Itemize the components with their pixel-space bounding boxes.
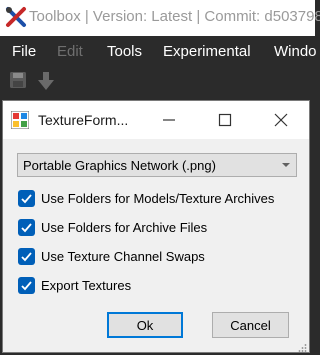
option-label: Use Texture Channel Swaps: [41, 249, 205, 264]
toolbox-app-icon: [5, 6, 27, 28]
toolbar: [0, 66, 315, 98]
checkbox-checked-icon[interactable]: [18, 248, 35, 265]
maximize-icon: [218, 113, 232, 127]
download-arrow-icon[interactable]: [37, 71, 57, 91]
option-label: Use Folders for Archive Files: [41, 220, 208, 235]
menu-tools[interactable]: Tools: [107, 43, 142, 60]
checkbox-checked-icon[interactable]: [18, 277, 35, 294]
ok-button[interactable]: Ok: [107, 312, 183, 338]
app-titlebar: Toolbox | Version: Latest | Commit: d503…: [0, 0, 320, 36]
close-icon: [274, 113, 288, 127]
resize-grip-icon[interactable]: [297, 340, 307, 352]
format-select-value: Portable Graphics Network (.png): [23, 158, 216, 173]
chevron-down-icon: [282, 163, 290, 167]
option-label: Use Folders for Models/Texture Archives: [41, 191, 275, 206]
checkbox-checked-icon[interactable]: [18, 219, 35, 236]
menu-experimental[interactable]: Experimental: [163, 43, 251, 60]
dialog-app-icon: [10, 110, 30, 130]
format-select[interactable]: Portable Graphics Network (.png): [17, 153, 297, 177]
minimize-button[interactable]: [141, 101, 197, 139]
option-folders-models[interactable]: Use Folders for Models/Texture Archives: [18, 189, 298, 209]
menu-file[interactable]: File: [12, 43, 36, 60]
option-folders-archives[interactable]: Use Folders for Archive Files: [18, 218, 298, 238]
menubar: File Edit Tools Experimental Windo: [0, 36, 317, 66]
app-title: Toolbox | Version: Latest | Commit: d503…: [29, 8, 320, 25]
save-icon[interactable]: [9, 71, 29, 91]
close-button[interactable]: [253, 101, 309, 139]
checkbox-checked-icon[interactable]: [18, 190, 35, 207]
menu-edit[interactable]: Edit: [57, 43, 83, 60]
cancel-button[interactable]: Cancel: [212, 312, 289, 338]
option-channel-swaps[interactable]: Use Texture Channel Swaps: [18, 247, 298, 267]
option-export-textures[interactable]: Export Textures: [18, 276, 298, 296]
maximize-button[interactable]: [197, 101, 253, 139]
dialog-title: TextureForm...: [38, 112, 129, 128]
option-label: Export Textures: [41, 278, 132, 293]
texture-format-dialog: TextureForm... Portable Graphics Network…: [2, 100, 310, 353]
dialog-titlebar[interactable]: TextureForm...: [3, 101, 309, 139]
minimize-icon: [163, 119, 175, 121]
menu-window[interactable]: Windo: [274, 43, 317, 60]
